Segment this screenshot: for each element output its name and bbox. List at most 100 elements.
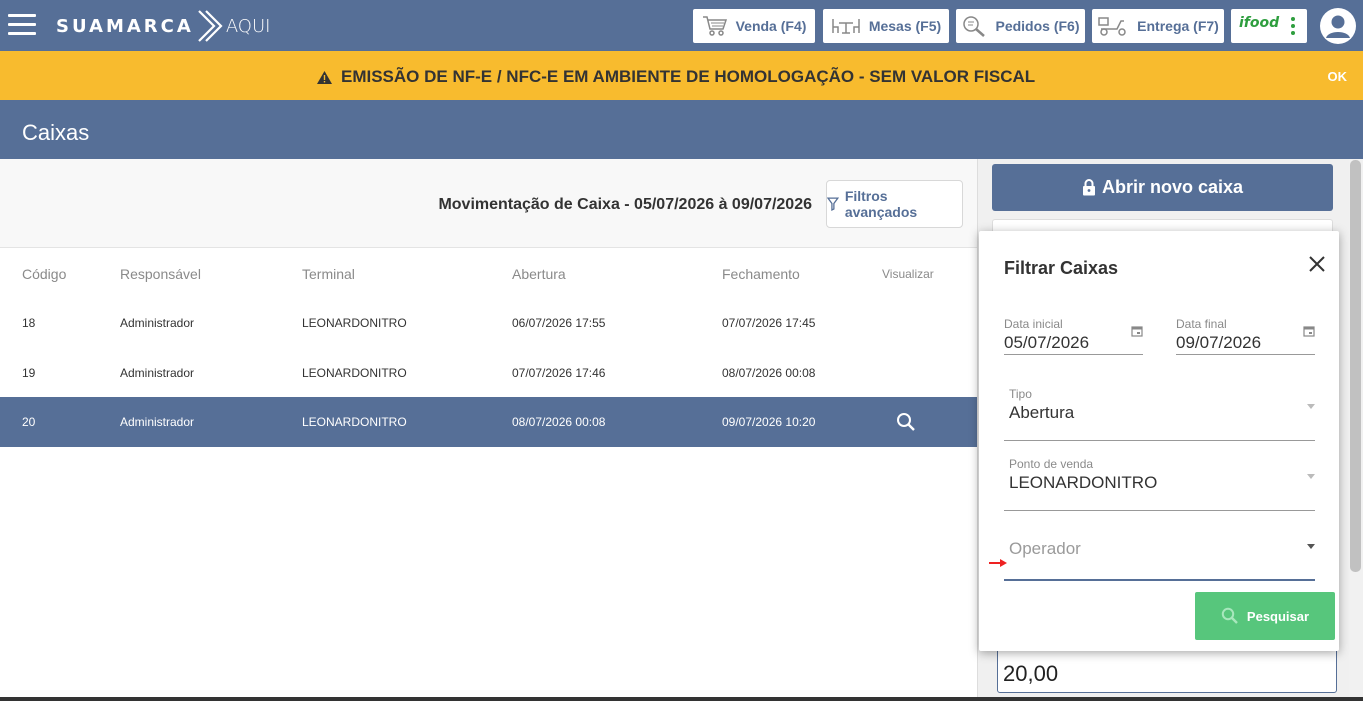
chevron-down-icon <box>1307 544 1315 549</box>
ponto-de-venda-underline <box>1004 510 1315 511</box>
abrir-novo-caixa-label: Abrir novo caixa <box>1101 177 1244 197</box>
ponto-de-venda-select[interactable]: Ponto de venda LEONARDONITRO <box>1004 457 1315 511</box>
search-icon[interactable] <box>896 412 916 432</box>
warning-icon <box>317 70 332 84</box>
table-row-selected[interactable]: 20 Administrador LEONARDONITRO 08/07/202… <box>0 397 977 447</box>
brand-chevron-icon <box>198 10 223 42</box>
data-inicial-value: 05/07/2026 <box>1004 333 1090 352</box>
pedidos-label: Pedidos (F6) <box>995 18 1080 34</box>
data-inicial-label: Data inicial <box>1004 317 1063 331</box>
cell-fechamento: 08/07/2026 00:08 <box>722 366 816 380</box>
movimentacao-title: Movimentação de Caixa - 05/07/2026 à 09/… <box>438 196 812 213</box>
cell-abertura: 06/07/2026 17:55 <box>512 316 606 330</box>
ponto-de-venda-label: Ponto de venda <box>1009 457 1094 471</box>
brand-logo[interactable]: SUAMARCA AQUI <box>56 9 270 43</box>
ifood-logo: ifood <box>1239 15 1280 31</box>
homologacao-warning-bar: EMISSÃO DE NF-E / NFC-E EM AMBIENTE DE H… <box>0 51 1363 100</box>
more-vert-icon[interactable] <box>1291 17 1295 38</box>
venda-label: Venda (F4) <box>735 18 807 34</box>
warning-message: EMISSÃO DE NF-E / NFC-E EM AMBIENTE DE H… <box>316 67 1035 87</box>
cart-icon <box>702 16 727 36</box>
close-icon[interactable] <box>1306 253 1328 275</box>
tipo-select[interactable]: Tipo Abertura <box>1004 387 1315 441</box>
data-inicial-underline <box>1004 354 1143 355</box>
abrir-novo-caixa-button[interactable]: Abrir novo caixa <box>992 164 1333 211</box>
cell-responsavel: Administrador <box>120 316 195 330</box>
cell-abertura: 07/07/2026 17:46 <box>512 366 606 380</box>
operador-placeholder: Operador <box>1009 539 1081 558</box>
user-avatar[interactable] <box>1320 8 1356 44</box>
cell-terminal: LEONARDONITRO <box>302 366 407 380</box>
calendar-icon[interactable] <box>1303 325 1315 337</box>
data-final-underline <box>1176 354 1315 355</box>
cell-codigo: 18 <box>22 316 36 330</box>
value-field[interactable]: 20,00 <box>997 648 1337 693</box>
operador-select[interactable]: Operador <box>1004 527 1315 581</box>
cell-fechamento: 09/07/2026 10:20 <box>722 415 816 429</box>
tipo-value: Abertura <box>1009 403 1075 422</box>
main-content: Movimentação de Caixa - 05/07/2026 à 09/… <box>0 159 977 701</box>
page-title: Caixas <box>22 120 90 145</box>
ponto-de-venda-value: LEONARDONITRO <box>1009 473 1158 492</box>
bottom-edge <box>0 697 1363 701</box>
warning-text: EMISSÃO DE NF-E / NFC-E EM AMBIENTE DE H… <box>341 67 1036 86</box>
operador-underline <box>1004 579 1315 581</box>
col-visualizar: Visualizar <box>882 267 934 281</box>
col-codigo: Código <box>22 266 67 282</box>
arrow-right-icon <box>989 559 1007 567</box>
cell-terminal: LEONARDONITRO <box>302 316 407 330</box>
mesas-label: Mesas (F5) <box>868 18 942 34</box>
data-final-value: 09/07/2026 <box>1176 333 1262 352</box>
cell-abertura: 08/07/2026 00:08 <box>512 415 606 429</box>
mesas-button[interactable]: Mesas (F5) <box>823 9 949 43</box>
table-header: Código Responsável Terminal Abertura Fec… <box>0 248 977 298</box>
data-inicial-field[interactable]: Data inicial 05/07/2026 <box>1004 317 1143 355</box>
user-icon <box>1326 15 1350 38</box>
popup-title: Filtrar Caixas <box>1004 258 1119 278</box>
magnifier-order-icon <box>963 16 986 37</box>
delivery-scooter-icon <box>1098 17 1126 36</box>
table-chairs-icon <box>832 19 860 34</box>
chevron-down-icon <box>1307 404 1315 409</box>
lock-icon <box>1082 179 1095 196</box>
cell-codigo: 19 <box>22 366 36 380</box>
filtros-avancados-label: Filtros avançados <box>844 188 918 220</box>
search-icon <box>1221 607 1238 624</box>
filter-icon <box>827 197 839 211</box>
pesquisar-button[interactable]: Pesquisar <box>1195 592 1335 640</box>
entrega-button[interactable]: Entrega (F7) <box>1092 9 1224 43</box>
pedidos-button[interactable]: Pedidos (F6) <box>956 9 1085 43</box>
menu-icon[interactable] <box>8 14 36 36</box>
movimentacao-bar: Movimentação de Caixa - 05/07/2026 à 09/… <box>0 159 977 248</box>
brand-sub: AQUI <box>225 15 271 37</box>
entrega-label: Entrega (F7) <box>1137 18 1219 34</box>
calendar-icon[interactable] <box>1131 325 1143 337</box>
tipo-underline <box>1004 440 1315 441</box>
table-row[interactable]: 18 Administrador LEONARDONITRO 06/07/202… <box>0 298 977 348</box>
chevron-down-icon <box>1307 474 1315 479</box>
col-responsavel: Responsável <box>120 266 201 282</box>
venda-button[interactable]: Venda (F4) <box>693 9 815 43</box>
cell-responsavel: Administrador <box>120 415 195 429</box>
col-abertura: Abertura <box>512 266 566 282</box>
value-text: 20,00 <box>1003 661 1059 686</box>
cell-fechamento: 07/07/2026 17:45 <box>722 316 816 330</box>
top-bar: SUAMARCA AQUI Venda (F4) Mesas (F5) Pedi… <box>0 0 1363 51</box>
col-terminal: Terminal <box>302 266 355 282</box>
tipo-label: Tipo <box>1009 387 1032 401</box>
brand-name: SUAMARCA <box>56 15 194 37</box>
cell-responsavel: Administrador <box>120 366 195 380</box>
filtros-avancados-button[interactable]: Filtros avançados <box>826 180 963 228</box>
filtrar-caixas-popup: Filtrar Caixas Data inicial 05/07/2026 D… <box>979 231 1339 651</box>
cell-terminal: LEONARDONITRO <box>302 415 407 429</box>
ifood-button[interactable]: ifood <box>1231 9 1307 43</box>
scrollbar-thumb[interactable] <box>1350 160 1361 572</box>
table-row[interactable]: 19 Administrador LEONARDONITRO 07/07/202… <box>0 348 977 398</box>
cell-codigo: 20 <box>22 415 36 429</box>
data-final-field[interactable]: Data final 09/07/2026 <box>1176 317 1315 355</box>
col-fechamento: Fechamento <box>722 266 800 282</box>
warning-ok-button[interactable]: OK <box>1328 69 1348 84</box>
data-final-label: Data final <box>1176 317 1227 331</box>
pesquisar-label: Pesquisar <box>1246 608 1310 624</box>
page-header: Caixas <box>0 100 1363 159</box>
